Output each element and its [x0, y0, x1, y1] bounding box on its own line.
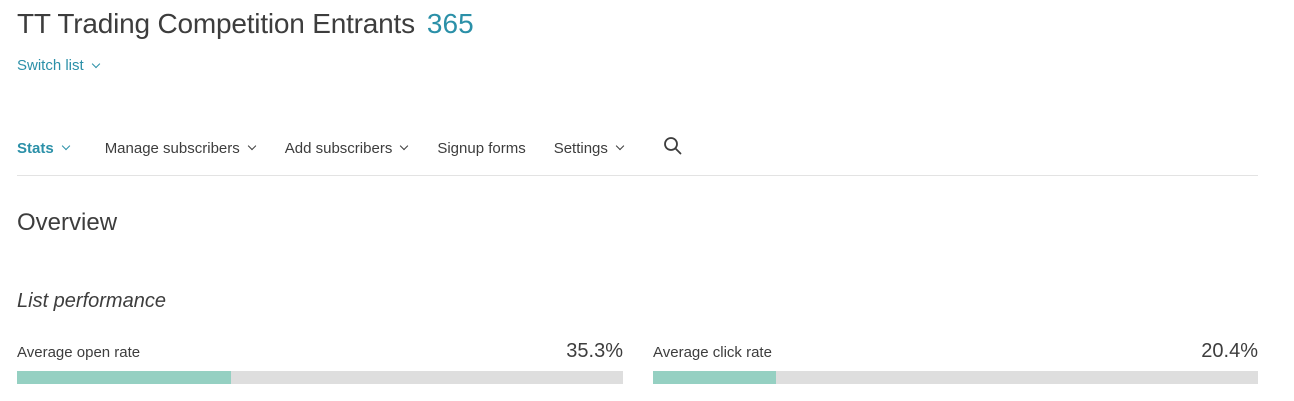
list-nav-tabs: Stats Manage subscribers Add subscribers…: [17, 130, 683, 166]
chevron-down-icon: [615, 141, 625, 151]
chevron-down-icon: [247, 141, 257, 151]
click-rate-label: Average click rate: [653, 344, 772, 361]
click-rate-bar-fill: [653, 371, 777, 384]
tab-add-subscribers[interactable]: Add subscribers: [284, 139, 409, 157]
click-rate-metric: Average click rate 20.4%: [653, 340, 1258, 384]
search-icon: [664, 137, 682, 155]
list-performance-heading: List performance: [17, 290, 166, 312]
title-row: TT Trading Competition Entrants 365: [17, 8, 474, 40]
page-title: TT Trading Competition Entrants: [17, 8, 415, 39]
page: TT Trading Competition Entrants 365 Swit…: [0, 0, 1294, 401]
tab-settings[interactable]: Settings: [553, 139, 625, 157]
search-button[interactable]: [663, 136, 683, 156]
open-rate-bar-fill: [17, 371, 231, 384]
tab-stats-label: Stats: [17, 139, 54, 157]
switch-list-button[interactable]: Switch list: [17, 57, 100, 74]
tab-stats[interactable]: Stats: [17, 139, 70, 157]
click-rate-value: 20.4%: [1201, 340, 1258, 362]
overview-heading: Overview: [17, 209, 118, 236]
click-rate-header: Average click rate 20.4%: [653, 340, 1258, 364]
open-rate-header: Average open rate 35.3%: [17, 340, 623, 364]
open-rate-label: Average open rate: [17, 344, 141, 361]
tab-settings-label: Settings: [553, 139, 608, 157]
chevron-down-icon: [400, 141, 409, 151]
switch-list-label: Switch list: [17, 57, 84, 74]
chevron-down-icon: [61, 141, 70, 151]
open-rate-value: 35.3%: [566, 340, 623, 362]
tab-add-subscribers-label: Add subscribers: [284, 139, 393, 157]
tab-manage-subscribers-label: Manage subscribers: [104, 139, 240, 157]
tab-signup-forms[interactable]: Signup forms: [437, 140, 525, 157]
open-rate-metric: Average open rate 35.3%: [17, 340, 623, 384]
click-rate-bar-track: [653, 371, 1258, 384]
nav-divider: [17, 175, 1258, 176]
subscriber-count: 365: [426, 8, 474, 39]
chevron-down-icon: [91, 59, 100, 68]
open-rate-bar-track: [17, 371, 623, 384]
tab-signup-forms-label: Signup forms: [437, 139, 526, 157]
tab-manage-subscribers[interactable]: Manage subscribers: [104, 139, 257, 157]
